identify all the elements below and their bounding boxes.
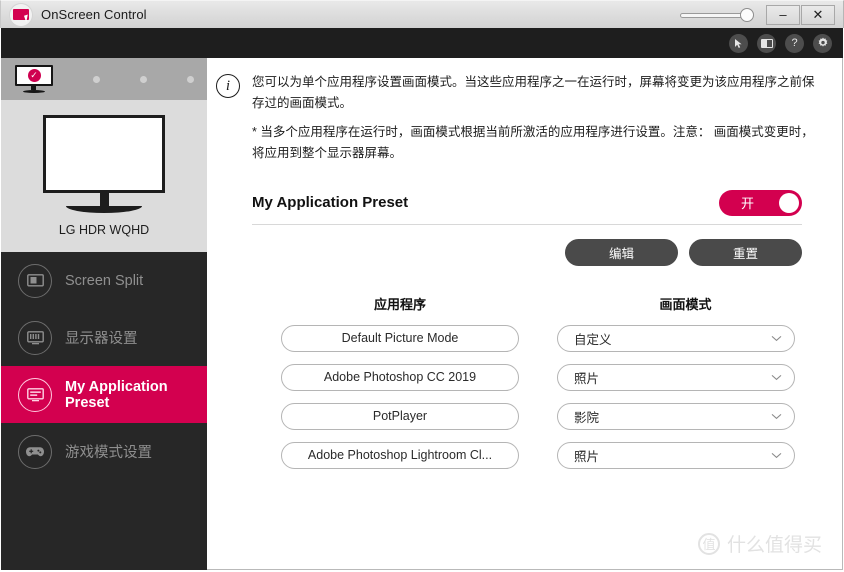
gear-icon[interactable] [813,33,832,53]
watermark-text: 什么值得买 [726,535,822,556]
page-title: My Application Preset [252,194,409,211]
application-name[interactable]: Adobe Photoshop CC 2019 [281,363,519,391]
application-name[interactable]: PotPlayer [281,402,519,430]
picture-mode-select[interactable]: 照片 [557,441,795,469]
monitor-slot-dot[interactable] [187,75,194,83]
table-header: 应用程序 画面模式 [207,294,842,313]
sidebar-nav: Screen Split 显示器设置 My Application Preset… [1,252,207,480]
info-text: 您可以为单个应用程序设置画面模式。当这些应用程序之一在运行时，屏幕将变更为该应用… [252,72,824,164]
info-note: * 当多个应用程序在运行时，画面模式根据当前所激活的应用程序进行设置。注意： 画… [252,125,814,160]
action-buttons: 编辑 重置 [252,238,802,266]
chevron-down-icon [771,370,782,384]
monitor-settings-icon [18,320,52,355]
sidebar-item-screen-split[interactable]: Screen Split [1,252,207,309]
monitor-selector-strip: ✓ [1,58,207,100]
edit-button[interactable]: 编辑 [565,238,678,266]
info-block: i 您可以为单个应用程序设置画面模式。当这些应用程序之一在运行时，屏幕将变更为该… [207,58,842,164]
sidebar: ✓ LG HDR WQHD Screen Split 显示器设置 My Appl… [1,58,207,570]
picture-mode-value: 照片 [574,449,600,464]
watermark: 值 什么值得买 [697,530,822,557]
check-badge: ✓ [27,69,41,82]
window-title: OnScreen Control [41,7,147,22]
monitor-icon[interactable] [757,33,776,53]
monitor-preview: LG HDR WQHD [1,100,207,252]
table-row: PotPlayer 影院 [207,402,842,430]
sidebar-item-label: Screen Split [65,272,144,289]
preset-toggle[interactable]: 开 [719,189,802,216]
reset-button[interactable]: 重置 [689,238,802,266]
main-panel: i 您可以为单个应用程序设置画面模式。当这些应用程序之一在运行时，屏幕将变更为该… [207,58,843,570]
title-bar: OnScreen Control – ✕ [0,0,844,28]
chevron-down-icon [771,448,782,462]
picture-mode-value: 照片 [574,371,600,386]
monitor-preview-icon [43,115,165,193]
minimize-button[interactable]: – [766,4,800,25]
sidebar-item-label: 显示器设置 [65,331,138,347]
chevron-down-icon [771,409,782,423]
picture-mode-value: 影院 [574,410,600,425]
monitor-model-label: LG HDR WQHD [58,223,150,237]
chevron-down-icon [771,331,782,345]
tool-bar: ? [1,28,843,58]
sidebar-item-label: 游戏模式设置 [65,445,152,461]
application-name[interactable]: Default Picture Mode [281,324,519,352]
monitor-slot-dot[interactable] [93,75,100,83]
monitor-cursor-icon [10,3,32,26]
picture-mode-select[interactable]: 自定义 [557,324,795,352]
preset-header: My Application Preset 开 [252,188,802,218]
info-icon: i [216,74,240,98]
monitor-slot-dot[interactable] [140,75,147,83]
preset-rows: Default Picture Mode 自定义 Adobe Photoshop… [207,324,842,469]
monitor-check-icon[interactable]: ✓ [15,65,53,93]
sidebar-item-my-application-preset[interactable]: My Application Preset [1,366,207,423]
picture-mode-select[interactable]: 照片 [557,363,795,391]
close-button[interactable]: ✕ [801,4,835,25]
help-icon[interactable]: ? [785,33,804,53]
watermark-badge: 值 [697,532,720,555]
toggle-knob [779,192,799,213]
onscreen-control-window: OnScreen Control – ✕ ? ✓ LG HDR WQHD Scr… [0,0,844,572]
table-row: Adobe Photoshop CC 2019 照片 [207,363,842,391]
title-bar-controls: – ✕ [680,1,843,29]
table-row: Adobe Photoshop Lightroom Cl... 照片 [207,441,842,469]
table-row: Default Picture Mode 自定义 [207,324,842,352]
gamepad-icon [18,434,52,469]
picture-mode-value: 自定义 [574,332,612,347]
column-header-application: 应用程序 [373,296,426,312]
picture-mode-select[interactable]: 影院 [557,402,795,430]
application-name[interactable]: Adobe Photoshop Lightroom Cl... [281,441,519,469]
screen-split-icon [18,263,52,298]
opacity-slider[interactable] [680,6,758,24]
sidebar-item-monitor-settings[interactable]: 显示器设置 [1,309,207,366]
sidebar-item-label: My Application Preset [65,378,168,411]
info-paragraph: 您可以为单个应用程序设置画面模式。当这些应用程序之一在运行时，屏幕将变更为该应用… [252,75,815,110]
column-header-picture-mode: 画面模式 [659,296,712,312]
slider-knob[interactable] [740,7,754,22]
application-preset-icon [18,377,52,412]
sidebar-item-game-mode-settings[interactable]: 游戏模式设置 [1,423,207,480]
toggle-label: 开 [740,196,754,211]
divider [252,223,802,225]
cursor-icon[interactable] [729,33,748,53]
